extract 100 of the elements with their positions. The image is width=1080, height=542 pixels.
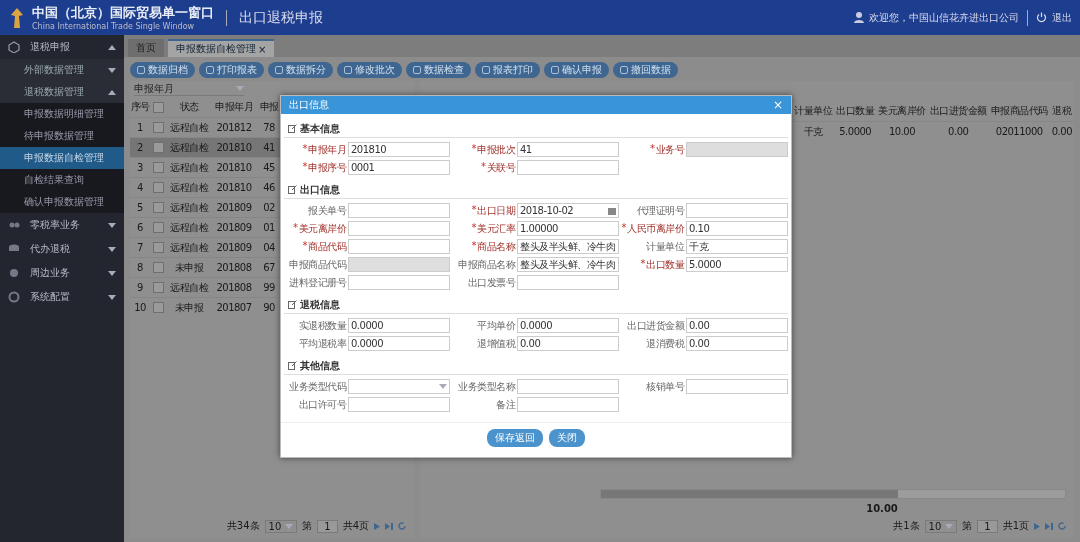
logout-link[interactable]: 退出	[1052, 10, 1072, 25]
sidebar-leaf[interactable]: 待申报数据管理	[0, 125, 124, 147]
input-field[interactable]: 0.0000	[517, 318, 619, 333]
input-field[interactable]: 1.00000	[517, 221, 619, 236]
month-select[interactable]: 申报年月	[134, 82, 244, 96]
table-cell: 远程自检	[166, 157, 212, 178]
last-page-icon[interactable]	[1045, 522, 1053, 530]
table-cell: 201810	[212, 157, 256, 178]
checkbox[interactable]	[152, 202, 164, 214]
input-field[interactable]	[517, 397, 619, 412]
sidebar-leaf[interactable]: 申报数据明细管理	[0, 103, 124, 125]
input-field[interactable]	[348, 397, 450, 412]
table-cell: 10.00	[876, 121, 928, 141]
caret-icon	[108, 89, 116, 95]
input-field[interactable]: 0.0000	[348, 336, 450, 351]
input-field[interactable]: 201810	[348, 142, 450, 157]
table-cell: 0.00	[927, 121, 989, 141]
checkbox[interactable]	[152, 142, 164, 154]
sidebar-item[interactable]: 代办退税	[0, 237, 124, 261]
input-field[interactable]: 5.0000	[686, 257, 788, 272]
page-size-select[interactable]: 10	[264, 519, 298, 533]
input-field[interactable]: 0.00	[517, 336, 619, 351]
table-cell: 3	[130, 157, 150, 178]
caret-icon	[285, 523, 294, 529]
sidebar-subitem[interactable]: 外部数据管理	[0, 59, 124, 81]
last-page-icon[interactable]	[385, 522, 393, 530]
input-field[interactable]	[348, 275, 450, 290]
toolbar-button[interactable]: 撤回数据	[613, 62, 678, 78]
input-field[interactable]: 0.0000	[348, 318, 450, 333]
checkbox[interactable]	[152, 282, 164, 294]
checkbox[interactable]	[152, 262, 164, 274]
table-cell: 201809	[212, 217, 256, 238]
page-input[interactable]: 1	[317, 519, 338, 533]
input-field[interactable]: 0.00	[686, 336, 788, 351]
toolbar-button[interactable]: 打印报表	[199, 62, 264, 78]
table-cell: 9	[130, 277, 150, 298]
sidebar-leaf[interactable]: 确认申报数据管理	[0, 191, 124, 213]
column-header: 出口进货金额	[927, 101, 989, 122]
sidebar-subitem[interactable]: 退税数据管理	[0, 81, 124, 103]
toolbar-button[interactable]: 报表打印	[475, 62, 540, 78]
input-field[interactable]	[517, 275, 619, 290]
toolbar-button[interactable]: 数据归档	[130, 62, 195, 78]
sidebar-item[interactable]: 周边业务	[0, 261, 124, 285]
field-label: 申报商品名称	[458, 257, 515, 272]
checkbox[interactable]	[152, 101, 164, 113]
tab[interactable]: 申报数据自检管理 ×	[168, 39, 275, 57]
checkbox[interactable]	[152, 302, 164, 314]
input-field[interactable]: 0.00	[686, 318, 788, 333]
required-mark: *	[302, 142, 307, 156]
power-icon[interactable]	[1036, 12, 1047, 23]
input-field[interactable]	[517, 160, 619, 175]
table-cell: 5.0000	[834, 121, 877, 141]
table-cell: 未申报	[166, 297, 212, 317]
input-field[interactable]: 2018-10-02	[517, 203, 619, 218]
input-field[interactable]: 整头及半头鲜、冷牛肉	[517, 257, 619, 272]
input-field[interactable]: 0.10	[686, 221, 788, 236]
input-field[interactable]	[348, 379, 450, 394]
input-field[interactable]	[348, 239, 450, 254]
toolbar-button[interactable]: 数据检查	[406, 62, 471, 78]
table-cell: 5	[130, 197, 150, 218]
edit-icon	[288, 185, 297, 194]
toolbar-button[interactable]: 修改批次	[337, 62, 402, 78]
toolbar-button[interactable]: 数据拆分	[268, 62, 333, 78]
sidebar-item[interactable]: 系统配置	[0, 285, 124, 309]
input-field[interactable]	[517, 379, 619, 394]
checkbox[interactable]	[152, 242, 164, 254]
checkbox[interactable]	[152, 122, 164, 134]
table-cell: 201808	[212, 257, 256, 278]
checkbox[interactable]	[152, 182, 164, 194]
page-input[interactable]: 1	[977, 519, 998, 533]
required-mark: *	[302, 160, 307, 174]
field-label: 退消费税	[646, 336, 684, 351]
next-page-icon[interactable]	[374, 522, 380, 530]
input-field[interactable]: 41	[517, 142, 619, 157]
checkbox[interactable]	[152, 222, 164, 234]
input-field[interactable]: 0001	[348, 160, 450, 175]
field-label: 人民币离岸价	[627, 221, 684, 236]
input-field[interactable]: 整头及半头鲜、冷牛肉	[517, 239, 619, 254]
scrollbar[interactable]	[600, 489, 1066, 499]
next-page-icon[interactable]	[1034, 522, 1040, 530]
toolbar-button[interactable]: 确认申报	[544, 62, 609, 78]
refresh-icon[interactable]	[1058, 522, 1066, 530]
input-field[interactable]	[686, 203, 788, 218]
sidebar-item[interactable]: 零税率业务	[0, 213, 124, 237]
sidebar-leaf[interactable]: 申报数据自检管理	[0, 147, 124, 169]
table-cell: 201809	[212, 237, 256, 258]
input-field[interactable]: 千克	[686, 239, 788, 254]
refresh-icon[interactable]	[398, 522, 406, 530]
field-label: 申报批次	[477, 142, 515, 157]
page-size-select[interactable]: 10	[924, 519, 958, 533]
sidebar-leaf[interactable]: 自检结果查询	[0, 169, 124, 191]
caret-icon	[236, 86, 244, 91]
field-label: 商品代码	[308, 239, 346, 254]
sidebar-item[interactable]: 退税申报	[0, 35, 124, 59]
table-cell: 201810	[212, 137, 256, 158]
input-field[interactable]	[686, 379, 788, 394]
column-header: 序号	[130, 97, 150, 118]
input-field[interactable]	[348, 203, 450, 218]
checkbox[interactable]	[152, 162, 164, 174]
input-field[interactable]	[348, 221, 450, 236]
